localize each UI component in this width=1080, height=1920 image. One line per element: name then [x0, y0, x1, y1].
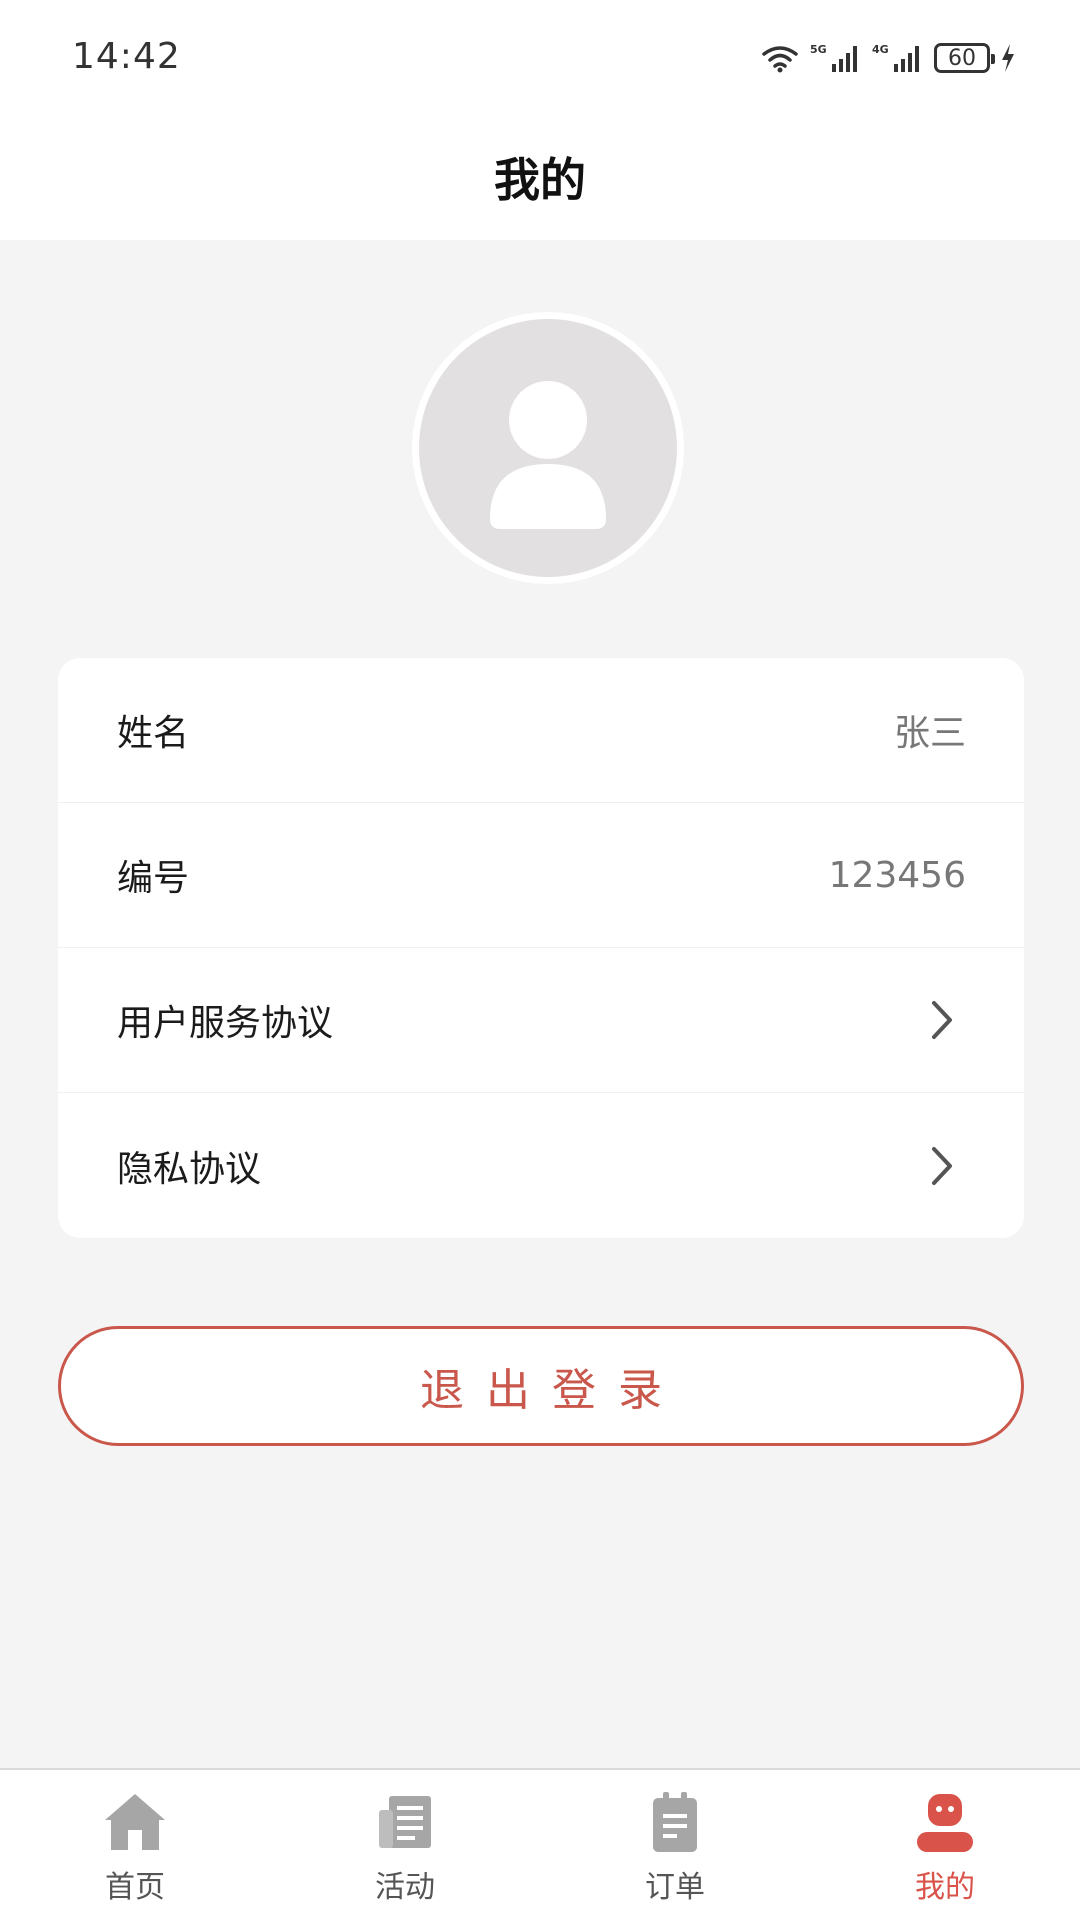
profile-card: 姓名 张三 编号 123456 用户服务协议 隐私协议	[58, 658, 1024, 1238]
network-label-5g: 5G	[810, 43, 827, 56]
avatar[interactable]	[412, 312, 684, 584]
charging-icon	[1002, 44, 1014, 72]
user-silhouette-icon	[490, 381, 606, 529]
user-agreement-label: 用户服务协议	[117, 1003, 334, 1044]
tab-activity[interactable]: 活动	[335, 1770, 475, 1920]
profile-row-name: 姓名 张三	[58, 658, 1024, 803]
user-agreement-row[interactable]: 用户服务协议	[58, 948, 1024, 1093]
tab-orders[interactable]: 订单	[605, 1770, 745, 1920]
chevron-right-icon	[932, 1146, 952, 1185]
tab-orders-label: 订单	[645, 1870, 705, 1905]
home-icon	[105, 1794, 165, 1850]
status-bar: 14:42 5G 4G 60	[0, 0, 1080, 118]
avatar-placeholder	[419, 319, 677, 577]
tab-home[interactable]: 首页	[65, 1770, 205, 1920]
user-icon	[917, 1794, 973, 1852]
id-label: 编号	[117, 858, 190, 899]
news-icon	[379, 1796, 431, 1848]
battery-level: 60	[948, 45, 976, 71]
wifi-icon	[762, 46, 798, 73]
battery-indicator: 60	[934, 43, 995, 73]
name-value: 张三	[893, 713, 966, 754]
page-title: 我的	[494, 153, 586, 207]
status-time: 14:42	[72, 36, 181, 77]
logout-label: 退出登录	[420, 1365, 684, 1416]
chevron-right-icon	[932, 1001, 952, 1039]
logout-button[interactable]: 退出登录	[58, 1326, 1024, 1446]
bottom-tab-bar: 首页 活动 订单 我的	[0, 1768, 1080, 1920]
signal-4g-icon: 4G	[872, 43, 919, 72]
privacy-agreement-row[interactable]: 隐私协议	[58, 1093, 1024, 1238]
tab-home-label: 首页	[105, 1870, 165, 1905]
tab-mine-label: 我的	[915, 1870, 975, 1905]
signal-5g-icon: 5G	[810, 43, 857, 72]
clipboard-icon	[653, 1792, 697, 1852]
network-label-4g: 4G	[872, 43, 889, 56]
page-header: 我的	[0, 118, 1080, 240]
tab-activity-label: 活动	[375, 1870, 435, 1905]
tab-mine[interactable]: 我的	[875, 1770, 1015, 1920]
status-icons: 5G 4G 60	[760, 40, 1016, 76]
id-value: 123456	[828, 854, 966, 896]
profile-row-id: 编号 123456	[58, 803, 1024, 948]
name-label: 姓名	[117, 713, 190, 754]
privacy-agreement-label: 隐私协议	[117, 1148, 262, 1190]
